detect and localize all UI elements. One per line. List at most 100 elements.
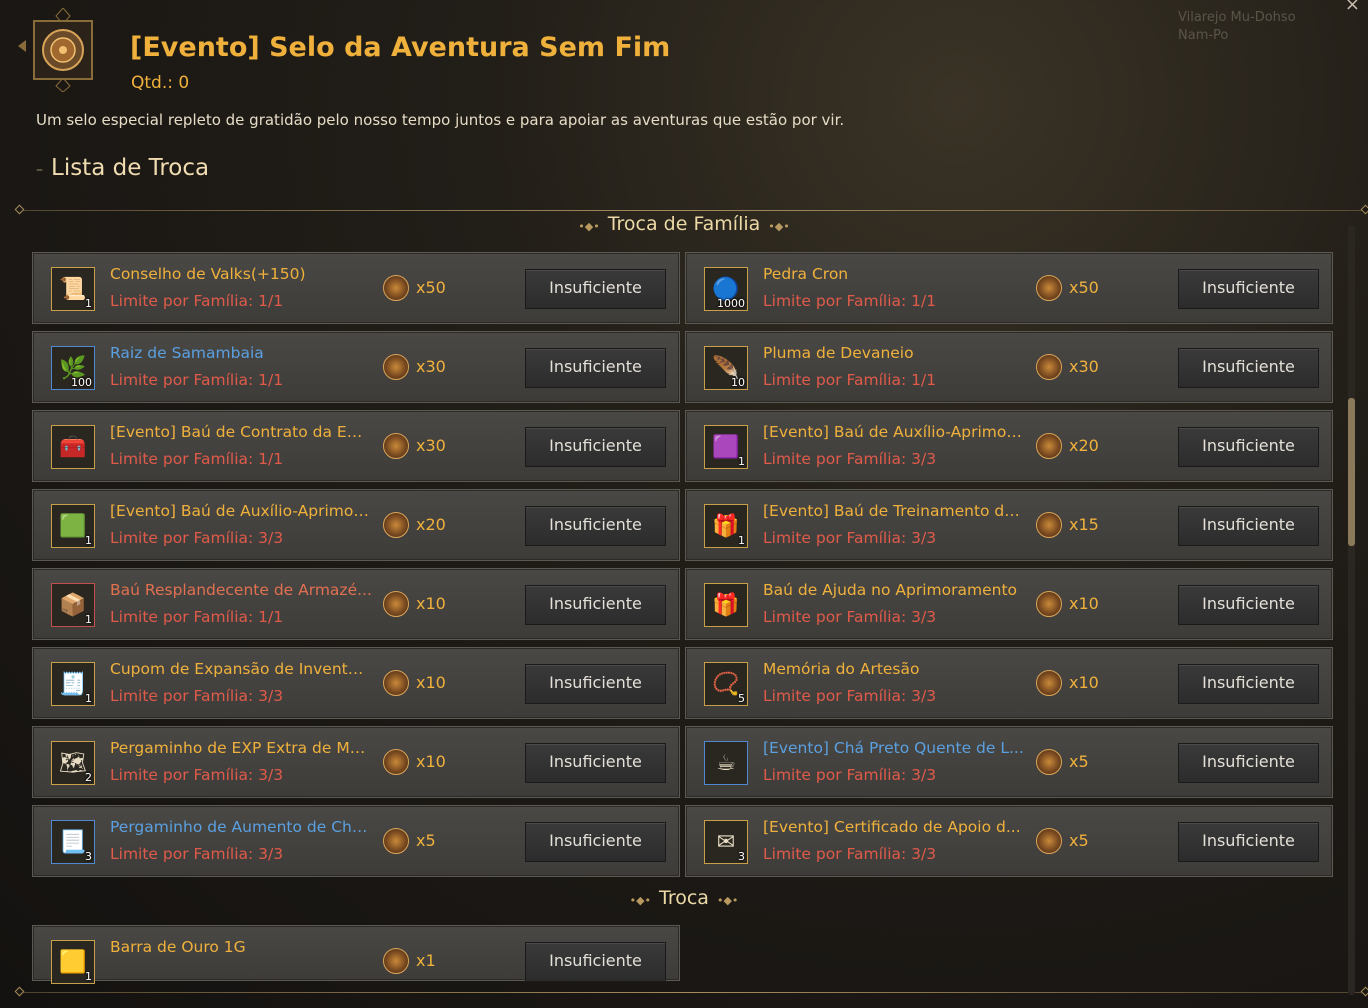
family-limit: Limite por Família: 3/3 xyxy=(110,687,284,705)
purple-box-icon[interactable]: 🟪 1 xyxy=(704,425,748,469)
ornament-left-icon: •◆• xyxy=(578,220,600,233)
gold-gift-icon[interactable]: 🎁 xyxy=(704,583,748,627)
family-limit: Limite por Família: 1/1 xyxy=(763,292,937,310)
family-exchange-label: Troca de Família xyxy=(607,213,761,235)
item-cost: x1 xyxy=(416,951,436,970)
exchange-item: 🗺 2 Pergaminho de EXP Extra de Mo... Limite… xyxy=(32,726,680,798)
tea-cup-icon[interactable]: ☕ xyxy=(704,741,748,785)
exchange-item: 🟨 1 Barra de Ouro 1G x1 Insuficiente xyxy=(32,925,680,984)
exchange-button[interactable]: Insuficiente xyxy=(525,664,666,704)
gift-box-icon[interactable]: 🎁 1 xyxy=(704,504,748,548)
close-icon[interactable]: × xyxy=(1345,0,1360,15)
chance-scroll-icon-glyph: 📃 xyxy=(59,829,87,855)
ornament-right-icon: •◆• xyxy=(716,894,739,907)
item-count: 1 xyxy=(738,534,745,547)
item-name: [Evento] Chá Preto Quente de L... xyxy=(763,739,1024,757)
scroll-icon[interactable]: 📜 1 xyxy=(51,267,95,311)
seal-currency-icon xyxy=(1036,433,1062,459)
item-name: Raiz de Samambaia xyxy=(110,344,264,362)
exchange-button[interactable]: Insuficiente xyxy=(1178,822,1319,862)
item-count: 1 xyxy=(85,534,92,547)
scrollbar[interactable] xyxy=(1348,225,1355,995)
family-limit: Limite por Família: 3/3 xyxy=(763,687,937,705)
family-limit: Limite por Família: 1/1 xyxy=(763,371,937,389)
exchange-item: 🔵 1000 Pedra Cron Limite por Família: 1/1 x5… xyxy=(685,252,1333,324)
fern-icon[interactable]: 🌿 100 xyxy=(51,346,95,390)
exchange-button[interactable]: Insuficiente xyxy=(525,506,666,546)
family-limit: Limite por Família: 1/1 xyxy=(110,450,284,468)
bag-coupon-icon[interactable]: 🧾 1 xyxy=(51,662,95,706)
green-box-icon-glyph: 🟩 xyxy=(59,513,87,539)
quantity-label: Qtd.: 0 xyxy=(131,73,190,93)
pendant-icon[interactable]: 📿 5 xyxy=(704,662,748,706)
item-cost: x5 xyxy=(1069,752,1089,771)
scrollbar-thumb[interactable] xyxy=(1348,398,1355,546)
exchange-button[interactable]: Insuficiente xyxy=(525,348,666,388)
certificate-icon[interactable]: ✉ 3 xyxy=(704,820,748,864)
chance-scroll-icon[interactable]: 📃 3 xyxy=(51,820,95,864)
item-name: Barra de Ouro 1G xyxy=(110,938,246,956)
exchange-button[interactable]: Insuficiente xyxy=(1178,269,1319,309)
exchange-item: 🪶 10 Pluma de Devaneio Limite por Família: … xyxy=(685,331,1333,403)
item-name: Pergaminho de EXP Extra de Mo... xyxy=(110,739,372,757)
cron-stone-icon[interactable]: 🔵 1000 xyxy=(704,267,748,311)
item-count: 2 xyxy=(85,771,92,784)
exchange-button[interactable]: Insuficiente xyxy=(1178,743,1319,783)
gold-bar-icon-glyph: 🟨 xyxy=(59,949,87,975)
item-name: Pluma de Devaneio xyxy=(763,344,914,362)
family-limit: Limite por Família: 3/3 xyxy=(763,608,937,626)
item-count: 1 xyxy=(85,613,92,626)
exchange-item: 📜 1 Conselho de Valks(+150) Limite por Famí… xyxy=(32,252,680,324)
seal-currency-icon xyxy=(383,828,409,854)
storage-chest-icon[interactable]: 📦 1 xyxy=(51,583,95,627)
exchange-button[interactable]: Insuficiente xyxy=(525,822,666,862)
collapse-icon[interactable]: – xyxy=(36,162,43,178)
family-limit: Limite por Família: 3/3 xyxy=(763,450,937,468)
family-limit: Limite por Família: 3/3 xyxy=(110,529,284,547)
exchange-button[interactable]: Insuficiente xyxy=(1178,585,1319,625)
bottom-divider xyxy=(14,986,1368,997)
family-exchange-header: •◆• Troca de Família •◆• xyxy=(0,213,1368,235)
item-cost: x30 xyxy=(1069,357,1099,376)
exchange-button[interactable]: Insuficiente xyxy=(1178,427,1319,467)
exchange-button[interactable]: Insuficiente xyxy=(525,942,666,982)
exchange-button[interactable]: Insuficiente xyxy=(1178,348,1319,388)
item-name: Conselho de Valks(+150) xyxy=(110,265,306,283)
family-limit: Limite por Família: 3/3 xyxy=(763,845,937,863)
item-count: 5 xyxy=(738,692,745,705)
exchange-item: 🎁 Baú de Ajuda no Aprimoramento Limite por… xyxy=(685,568,1333,640)
item-count: 1 xyxy=(85,692,92,705)
storage-chest-icon-glyph: 📦 xyxy=(59,592,87,618)
seal-currency-icon xyxy=(383,670,409,696)
feather-icon[interactable]: 🪶 10 xyxy=(704,346,748,390)
chest-icon[interactable]: 🧰 xyxy=(51,425,95,469)
item-name: [Evento] Baú de Auxílio-Aprimor... xyxy=(110,502,372,520)
exchange-button[interactable]: Insuficiente xyxy=(1178,506,1319,546)
item-name: Memória do Artesão xyxy=(763,660,920,678)
gold-bar-icon[interactable]: 🟨 1 xyxy=(51,940,95,984)
seal-currency-icon xyxy=(1036,591,1062,617)
green-box-icon[interactable]: 🟩 1 xyxy=(51,504,95,548)
item-name: Baú Resplandecente de Armazé... xyxy=(110,581,372,599)
certificate-icon-glyph: ✉ xyxy=(716,829,736,855)
exchange-item: 🌿 100 Raiz de Samambaia Limite por Família:… xyxy=(32,331,680,403)
family-limit: Limite por Família: 3/3 xyxy=(763,766,937,784)
item-cost: x5 xyxy=(1069,831,1089,850)
item-cost: x10 xyxy=(1069,673,1099,692)
exchange-button[interactable]: Insuficiente xyxy=(525,427,666,467)
family-limit: Limite por Família: 1/1 xyxy=(110,292,284,310)
exchange-button[interactable]: Insuficiente xyxy=(525,585,666,625)
exchange-button[interactable]: Insuficiente xyxy=(525,269,666,309)
item-cost: x10 xyxy=(416,752,446,771)
exchange-item: 📿 5 Memória do Artesão Limite por Família: … xyxy=(685,647,1333,719)
item-cost: x10 xyxy=(1069,594,1099,613)
exchange-button[interactable]: Insuficiente xyxy=(525,743,666,783)
exchange-button[interactable]: Insuficiente xyxy=(1178,664,1319,704)
seal-currency-icon xyxy=(1036,749,1062,775)
exp-scroll-icon[interactable]: 🗺 2 xyxy=(51,741,95,785)
seal-currency-icon xyxy=(383,512,409,538)
item-count: 3 xyxy=(738,850,745,863)
location-label-2: Nam-Po xyxy=(1178,28,1229,43)
item-count: 1000 xyxy=(717,297,745,310)
seal-currency-icon xyxy=(1036,670,1062,696)
